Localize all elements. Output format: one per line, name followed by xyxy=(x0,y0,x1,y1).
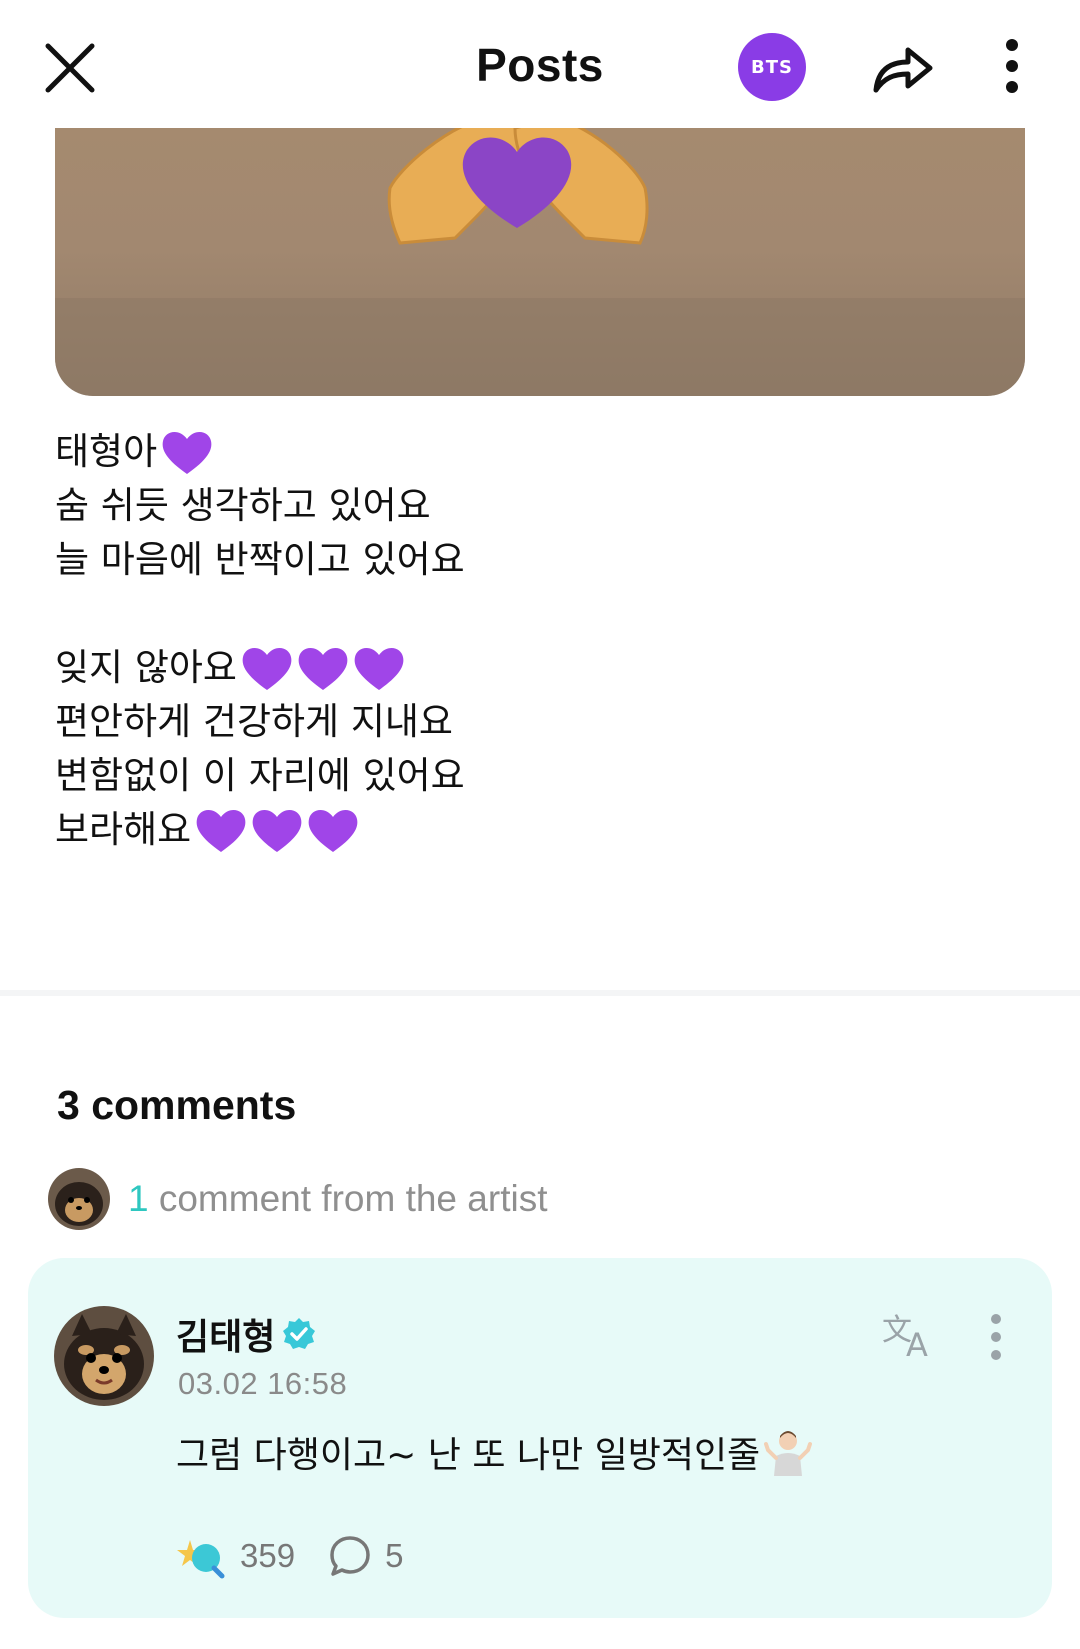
post-line-text: 늘 마음에 반짝이고 있어요 xyxy=(55,538,465,581)
post-line: 태형아 xyxy=(55,425,1015,479)
purple-heart-icon xyxy=(252,810,302,852)
post-body: 태형아 숨 쉬듯 생각하고 있어요 늘 마음에 반짝이고 있어요 잊지 않아요 … xyxy=(55,425,1015,857)
like-count: 359 xyxy=(240,1537,296,1574)
top-app-bar: Posts BTS xyxy=(0,0,1080,128)
avatar xyxy=(48,1168,110,1230)
reply-count: 5 xyxy=(385,1537,404,1574)
purple-heart-icon xyxy=(308,810,358,852)
comment-text: 그럼 다행이고~ 난 또 나만 일방적인줄 xyxy=(176,1426,813,1478)
artist-comment-text: comment from the artist xyxy=(158,1178,548,1219)
avatar[interactable] xyxy=(54,1306,154,1406)
comments-count: 3 comments xyxy=(57,1082,297,1128)
heart-hands-icon xyxy=(55,128,1025,396)
post-detail-screen: Posts BTS 태형아 숨 쉬듯 생각하고 있어요 늘 마음에 반짝이고 있… xyxy=(0,0,1080,1649)
share-icon[interactable] xyxy=(870,36,936,102)
post-line-text: 잊지 않아요 xyxy=(55,646,237,689)
post-line-gap xyxy=(55,587,1015,641)
person-shrugging-icon xyxy=(764,1431,813,1476)
purple-heart-icon xyxy=(298,648,348,690)
purple-heart-icon xyxy=(354,648,404,690)
post-line: 늘 마음에 반짝이고 있어요 xyxy=(55,533,1015,587)
post-line: 보라해요 xyxy=(55,803,1015,857)
comment-timestamp: 03.02 16:58 xyxy=(178,1366,348,1401)
purple-heart-icon xyxy=(162,432,212,474)
comment-author[interactable]: 김태형 xyxy=(176,1308,275,1360)
post-line-text: 보라해요 xyxy=(55,808,192,851)
comment-more-icon[interactable] xyxy=(984,1312,1008,1362)
section-divider xyxy=(0,990,1080,996)
purple-heart-icon xyxy=(242,648,292,690)
post-line-text: 변함없이 이 자리에 있어요 xyxy=(55,754,465,797)
purple-heart-icon xyxy=(196,810,246,852)
reply-bubble-icon[interactable] xyxy=(329,1535,371,1577)
more-vertical-icon[interactable] xyxy=(998,36,1026,102)
artist-comment-card[interactable]: 김태형 03.02 16:58 文 A 그럼 다행이고~ 난 또 나만 일방적인… xyxy=(28,1258,1052,1618)
comment-author-row: 김태형 xyxy=(176,1308,317,1360)
post-line: 잊지 않아요 xyxy=(55,641,1015,695)
comment-text-content: 그럼 다행이고~ 난 또 나만 일방적인줄 xyxy=(176,1435,761,1476)
post-line: 숨 쉬듯 생각하고 있어요 xyxy=(55,479,1015,533)
comment-actions: 359 5 xyxy=(176,1530,403,1582)
post-image[interactable] xyxy=(55,128,1025,396)
post-line-text: 숨 쉬듯 생각하고 있어요 xyxy=(55,484,431,527)
post-line-text: 편안하게 건강하게 지내요 xyxy=(55,700,453,743)
post-line: 변함없이 이 자리에 있어요 xyxy=(55,749,1015,803)
artist-comment-count: 1 xyxy=(128,1178,149,1219)
community-badge[interactable]: BTS xyxy=(738,33,806,101)
post-line: 편안하게 건강하게 지내요 xyxy=(55,695,1015,749)
post-line-text: 태형아 xyxy=(55,430,158,473)
translate-icon[interactable]: 文 A xyxy=(880,1310,938,1360)
svg-text:A: A xyxy=(906,1326,928,1360)
artist-comment-summary[interactable]: 1 comment from the artist xyxy=(48,1168,547,1230)
cheer-like-icon[interactable] xyxy=(176,1532,226,1580)
artist-comment-label: 1 comment from the artist xyxy=(128,1178,547,1220)
verified-badge-icon xyxy=(283,1318,316,1349)
